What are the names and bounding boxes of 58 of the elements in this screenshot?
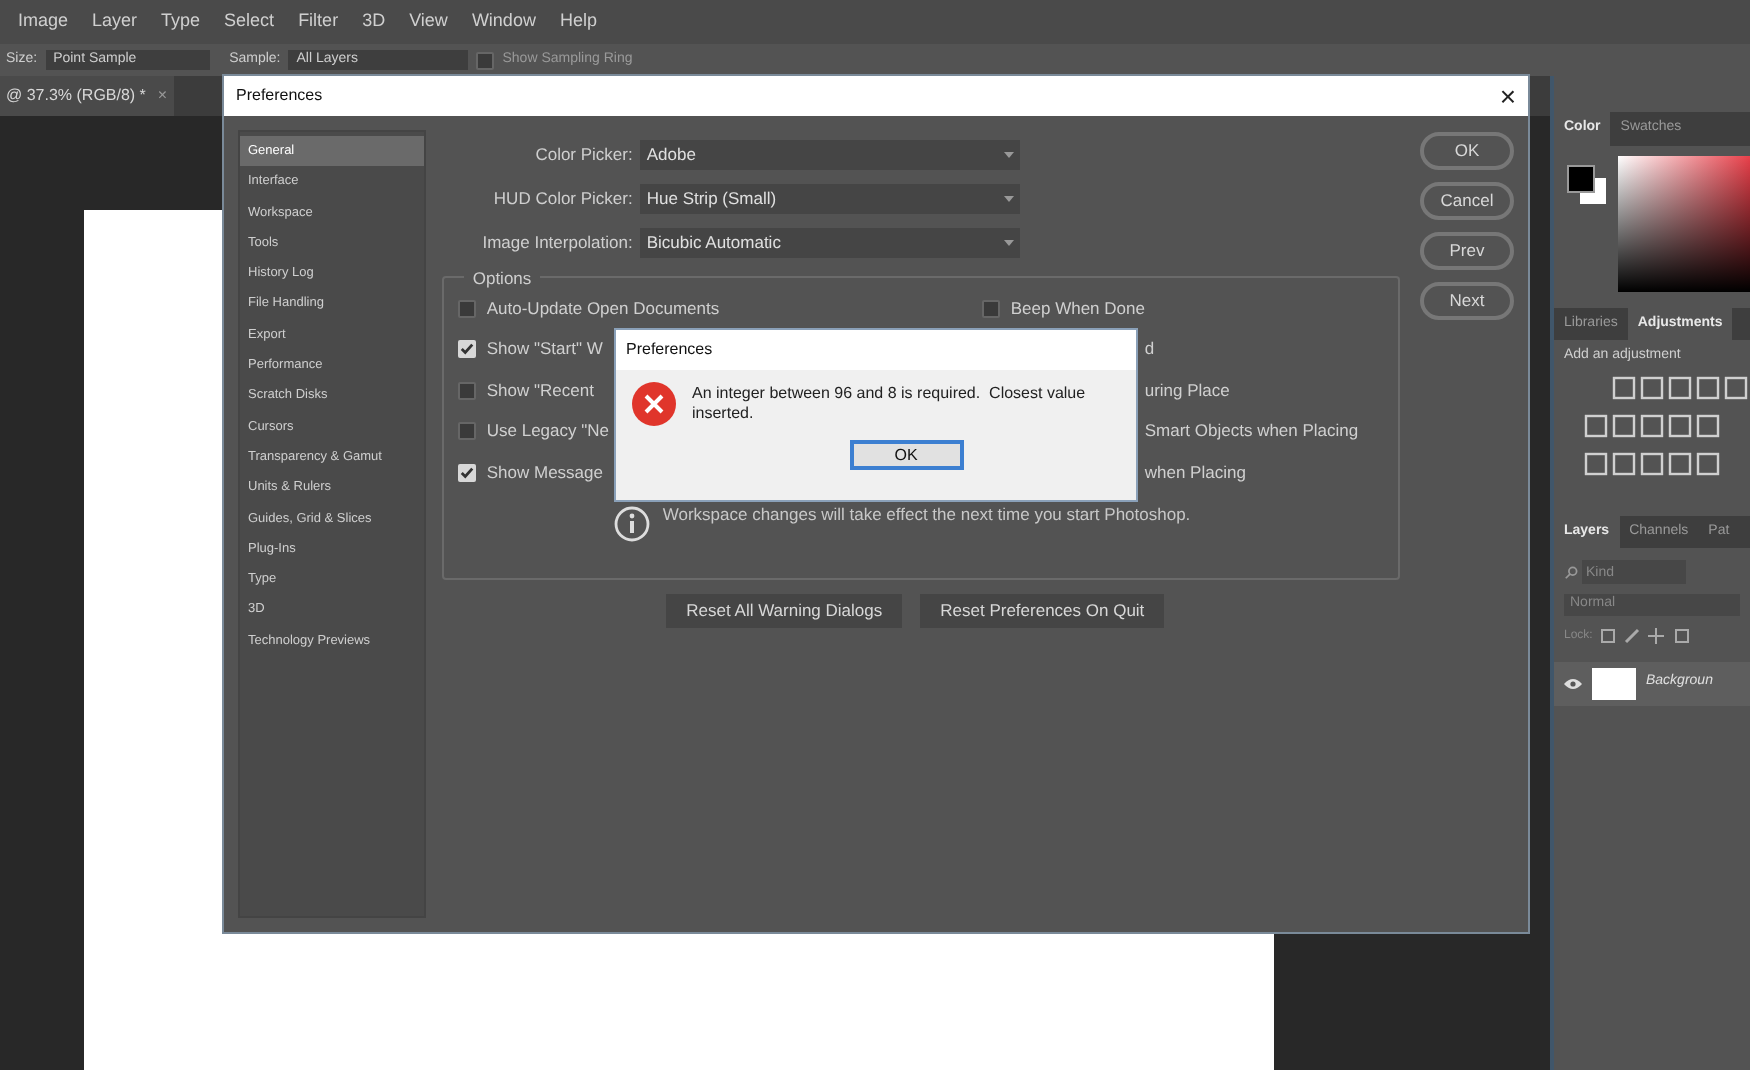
field-label: Color Picker: xyxy=(533,141,633,167)
info-text: Workspace changes will take effect the next time you start Photoshop. xyxy=(662,502,1191,528)
menu-item[interactable]: Layer xyxy=(92,8,138,36)
dialog-button[interactable]: Next xyxy=(1420,282,1514,320)
search-icon xyxy=(1564,565,1578,579)
reset-button[interactable]: Reset Preferences On Quit xyxy=(920,594,1165,628)
reset-button[interactable]: Reset All Warning Dialogs xyxy=(666,594,903,628)
checkbox[interactable] xyxy=(458,381,477,400)
close-button[interactable]: × xyxy=(1499,82,1516,110)
menu-item[interactable]: Help xyxy=(559,8,597,36)
caret-icon xyxy=(1004,195,1015,201)
option-label: Show "Recent xyxy=(486,377,594,404)
menu-item[interactable]: 3D xyxy=(362,8,386,36)
select-field[interactable]: Hue Strip (Small) xyxy=(640,183,1021,213)
dialog-title: Preferences xyxy=(236,84,323,108)
option-label: uring Place xyxy=(1144,377,1230,404)
checkbox[interactable] xyxy=(458,299,477,318)
option-label: Auto-Update Open Documents xyxy=(486,295,720,322)
field-label: Image Interpolation: xyxy=(480,229,633,255)
checkbox[interactable] xyxy=(458,463,477,482)
option-label: Show Message xyxy=(486,459,603,486)
option-label: Beep When Done xyxy=(1010,295,1145,322)
option-label: Smart Objects when Placing xyxy=(1144,418,1359,445)
caret-icon xyxy=(1004,151,1015,157)
checkbox[interactable] xyxy=(982,299,1001,318)
eye-icon[interactable] xyxy=(1564,677,1582,689)
menu-item[interactable]: Filter xyxy=(298,8,339,36)
dialog-button[interactable]: OK xyxy=(1420,132,1514,170)
alert-ok-button[interactable]: OK xyxy=(849,440,963,470)
option-label: Show "Start" W xyxy=(486,336,603,363)
menu-item[interactable]: Type xyxy=(161,8,201,36)
select-field[interactable]: Adobe xyxy=(640,139,1021,169)
checkbox[interactable] xyxy=(476,51,495,69)
layer-thumbnail xyxy=(1592,667,1636,699)
color-swatch-icon xyxy=(1566,163,1610,207)
alert-title: Preferences xyxy=(626,338,713,362)
field-label: HUD Color Picker: xyxy=(491,185,633,211)
checkbox[interactable] xyxy=(458,422,477,441)
option-label: Use Legacy "Ne xyxy=(486,418,609,445)
document-tab[interactable]: @ 37.3% (RGB/8) * × xyxy=(0,76,174,116)
option-label: when Placing xyxy=(1144,459,1246,486)
dialog-button[interactable]: Cancel xyxy=(1420,182,1514,220)
checkbox[interactable] xyxy=(458,340,477,359)
dialog-button[interactable]: Prev xyxy=(1420,232,1514,270)
menu-item[interactable]: View xyxy=(409,8,448,36)
alert-message: An integer between 96 and 8 is required. Closest value inserted. xyxy=(692,382,1088,424)
error-icon xyxy=(632,382,676,426)
menu-item[interactable]: Image xyxy=(18,8,69,36)
caret-icon xyxy=(1004,239,1015,245)
color-field[interactable] xyxy=(1618,155,1750,291)
menu-item[interactable]: Window xyxy=(471,8,536,36)
check-icon xyxy=(460,465,475,480)
info-icon xyxy=(614,505,651,541)
select-field[interactable]: Bicubic Automatic xyxy=(640,227,1021,257)
check-icon xyxy=(460,342,475,357)
options-title: Options xyxy=(464,266,540,292)
option-label: d xyxy=(1144,336,1155,363)
menu-item[interactable]: Select xyxy=(224,8,275,36)
